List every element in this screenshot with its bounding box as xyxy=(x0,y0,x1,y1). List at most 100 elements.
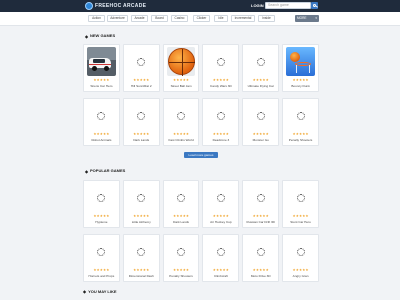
search-button[interactable] xyxy=(311,2,318,9)
game-tile[interactable]: ★★★★★ Dark Lands xyxy=(122,98,160,146)
new-games-grid: ★★★★★ Sirens Car Hero ★★★★★ Hill Sunn/Rat 2… xyxy=(83,44,319,146)
game-tile[interactable]: ★★★★★ Street Ball Jam xyxy=(162,44,200,92)
spinner-icon xyxy=(137,247,146,256)
spinner-icon xyxy=(97,193,106,202)
game-title: Sirens Car Hero xyxy=(90,83,113,88)
loading-spinner-icon xyxy=(87,183,116,212)
diamond-icon: ◆ xyxy=(85,34,89,39)
rating-stars: ★★★★★ xyxy=(93,78,110,82)
game-tile[interactable]: ★★★★★ Hornets and Props xyxy=(83,234,120,282)
loading-spinner-icon xyxy=(206,237,235,266)
loading-spinner-icon xyxy=(167,237,196,266)
game-title: Bouncy Dunk xyxy=(291,83,310,88)
rating-stars: ★★★★★ xyxy=(212,78,229,82)
category-inside[interactable]: Inside xyxy=(258,15,275,22)
rating-stars: ★★★★★ xyxy=(172,132,190,136)
game-title: Angry Gran xyxy=(292,273,309,278)
game-tile[interactable]: ★★★★★ Dimensional Dash xyxy=(122,234,160,282)
game-tile[interactable]: ★★★★★ Fast Climbs World xyxy=(162,98,200,146)
more-dropdown[interactable]: MORE ▾ xyxy=(295,15,319,22)
search-input[interactable]: Search game xyxy=(265,2,311,9)
spinner-icon xyxy=(177,247,186,256)
game-title: Stunt Car Hero xyxy=(290,219,311,224)
category-casino[interactable]: Casino xyxy=(171,15,188,22)
loading-spinner-icon xyxy=(127,101,156,130)
rating-stars: ★★★★★ xyxy=(172,214,190,218)
game-tile[interactable]: ★★★★★ Stunt Car Hero xyxy=(282,180,319,228)
rating-stars: ★★★★★ xyxy=(133,214,150,218)
game-tile[interactable]: ★★★★★ Deadzone 3 xyxy=(202,98,240,146)
spinner-icon xyxy=(97,111,106,120)
loading-spinner-icon xyxy=(206,47,235,76)
site-logo[interactable]: FREEHOC ARCADE xyxy=(85,2,146,10)
rating-stars: ★★★★★ xyxy=(133,132,150,136)
game-title: Dimensional Dash xyxy=(128,273,154,278)
loading-spinner-icon xyxy=(167,183,196,212)
loading-spinner-icon xyxy=(286,237,315,266)
game-title: Dark Lands xyxy=(133,137,150,142)
loading-spinner-icon xyxy=(87,101,116,130)
rating-stars: ★★★★★ xyxy=(212,214,229,218)
new-games-title: NEW GAMES xyxy=(90,33,116,38)
category-board[interactable]: Board xyxy=(151,15,168,22)
rating-stars: ★★★★★ xyxy=(292,214,309,218)
game-tile[interactable]: ★★★★★ Dark Lands xyxy=(162,180,200,228)
you-may-like-title: YOU MAY LIKE xyxy=(88,289,117,294)
rating-stars: ★★★★★ xyxy=(133,268,150,272)
load-more-button[interactable]: Load more games xyxy=(184,152,218,158)
rating-stars: ★★★★★ xyxy=(212,132,229,136)
spinner-icon xyxy=(177,193,186,202)
login-link[interactable]: LOGIN xyxy=(251,3,264,8)
game-title: Fast Climbs World xyxy=(168,137,194,142)
spinner-icon xyxy=(216,111,225,120)
game-thumbnail xyxy=(87,47,116,76)
game-title: Air Hockey Cup xyxy=(210,219,232,224)
game-tile[interactable]: ★★★★★ Penalty Shooters xyxy=(162,234,200,282)
loading-spinner-icon xyxy=(127,183,156,212)
rating-stars: ★★★★★ xyxy=(93,132,110,136)
game-title: Hornets and Props xyxy=(88,273,115,278)
game-tile[interactable]: ★★★★★ Climbcraft xyxy=(202,234,240,282)
more-label: MORE xyxy=(297,16,307,20)
game-title: Penalty Shooters xyxy=(169,273,193,278)
game-tile[interactable]: ★★★★★ Robot Animals xyxy=(83,98,120,146)
category-incremental[interactable]: Incremental xyxy=(231,15,255,22)
game-tile[interactable]: ★★★★★ Candy Wars 3D xyxy=(202,44,240,92)
game-title: Little Alchemy xyxy=(131,219,151,224)
category-arcade[interactable]: Arcade xyxy=(131,15,148,22)
game-tile[interactable]: ★★★★★ Bouncy Dunk xyxy=(282,44,319,92)
game-tile[interactable]: ★★★★★ Ultimate Flying Car xyxy=(242,44,280,92)
diamond-icon: ◆ xyxy=(83,289,87,294)
spinner-icon xyxy=(137,111,146,120)
game-tile[interactable]: ★★★★★ Air Hockey Cup xyxy=(202,180,240,228)
rating-stars: ★★★★★ xyxy=(292,268,309,272)
rating-stars: ★★★★★ xyxy=(292,78,309,82)
popular-games-title: POPULAR GAMES xyxy=(90,168,126,173)
game-tile[interactable]: ★★★★★ Russian Car Drift 3D xyxy=(242,180,280,228)
game-title: Hypleme xyxy=(95,219,108,224)
game-tile[interactable]: ★★★★★ Sirens Car Hero xyxy=(83,44,120,92)
game-tile[interactable]: ★★★★★ Penalty Shooters xyxy=(282,98,319,146)
game-tile[interactable]: ★★★★★ Little Alchemy xyxy=(122,180,160,228)
category-idle[interactable]: Idle xyxy=(214,15,228,22)
loading-spinner-icon xyxy=(246,47,275,76)
game-tile[interactable]: ★★★★★ Hill Sunn/Rat 2 xyxy=(122,44,160,92)
game-title: Hill Sunn/Rat 2 xyxy=(130,83,152,88)
loading-spinner-icon xyxy=(286,101,315,130)
loading-spinner-icon xyxy=(206,183,235,212)
loading-spinner-icon xyxy=(127,237,156,266)
top-bar: FREEHOC ARCADE LOGIN Search game xyxy=(0,0,400,12)
rating-stars: ★★★★★ xyxy=(93,268,110,272)
game-thumbnail xyxy=(166,47,196,76)
game-tile[interactable]: ★★★★★ Angry Gran xyxy=(282,234,319,282)
game-tile[interactable]: ★★★★★ Hypleme xyxy=(83,180,120,228)
game-tile[interactable]: ★★★★★ Moto Drive 3D xyxy=(242,234,280,282)
category-action[interactable]: Action xyxy=(88,15,105,22)
game-title: Monster Go xyxy=(252,137,269,142)
category-clicker[interactable]: Clicker xyxy=(193,15,210,22)
category-adventure[interactable]: Adventure xyxy=(107,15,128,22)
spinner-icon xyxy=(296,193,305,202)
loading-spinner-icon xyxy=(206,101,235,130)
game-tile[interactable]: ★★★★★ Monster Go xyxy=(242,98,280,146)
spinner-icon xyxy=(256,247,265,256)
